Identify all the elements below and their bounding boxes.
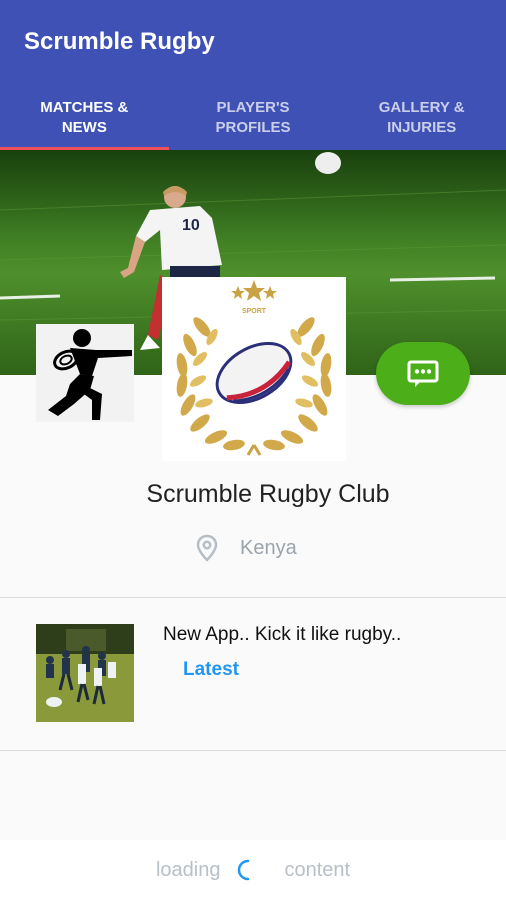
badge-text: SPORT bbox=[242, 308, 267, 315]
club-location: Kenya bbox=[196, 534, 297, 562]
rugby-match-thumbnail bbox=[36, 624, 134, 722]
app-bar: Scrumble Rugby MATCHES & NEWS PLAYER'S P… bbox=[0, 0, 506, 150]
location-text: Kenya bbox=[240, 536, 297, 559]
club-logo-small[interactable] bbox=[36, 324, 134, 422]
rugby-laurel-logo: SPORT bbox=[176, 280, 332, 456]
loading-footer: loading content bbox=[0, 840, 506, 900]
news-thumbnail bbox=[36, 624, 134, 722]
divider bbox=[0, 750, 506, 751]
club-name: Scrumble Rugby Club bbox=[146, 480, 390, 508]
location-pin-icon bbox=[196, 534, 218, 562]
chat-button[interactable] bbox=[376, 342, 470, 405]
tab-players-profiles[interactable]: PLAYER'S PROFILES bbox=[169, 88, 338, 150]
jersey-number: 10 bbox=[182, 217, 200, 234]
loading-text-right: content bbox=[284, 858, 351, 881]
tab-gallery-injuries[interactable]: GALLERY & INJURIES bbox=[337, 88, 506, 150]
news-tag: Latest bbox=[183, 659, 239, 680]
tab-label: PLAYER'S PROFILES bbox=[215, 99, 291, 136]
tab-label: MATCHES & NEWS bbox=[40, 99, 129, 136]
news-title: New App.. Kick it like rugby.. bbox=[163, 624, 402, 645]
loading-text-left: loading bbox=[155, 858, 221, 881]
tab-label: GALLERY & INJURIES bbox=[378, 99, 465, 136]
app-title: Scrumble Rugby bbox=[24, 28, 215, 55]
tab-matches-news[interactable]: MATCHES & NEWS bbox=[0, 88, 169, 150]
tab-bar: MATCHES & NEWS PLAYER'S PROFILES GALLERY… bbox=[0, 88, 506, 150]
chat-bubble-icon bbox=[407, 360, 439, 387]
news-list-item[interactable]: New App.. Kick it like rugby.. Latest bbox=[0, 598, 506, 750]
loading-spinner-icon bbox=[238, 859, 250, 881]
club-logo[interactable]: SPORT bbox=[162, 277, 346, 461]
rugby-player-silhouette-icon bbox=[48, 329, 132, 420]
